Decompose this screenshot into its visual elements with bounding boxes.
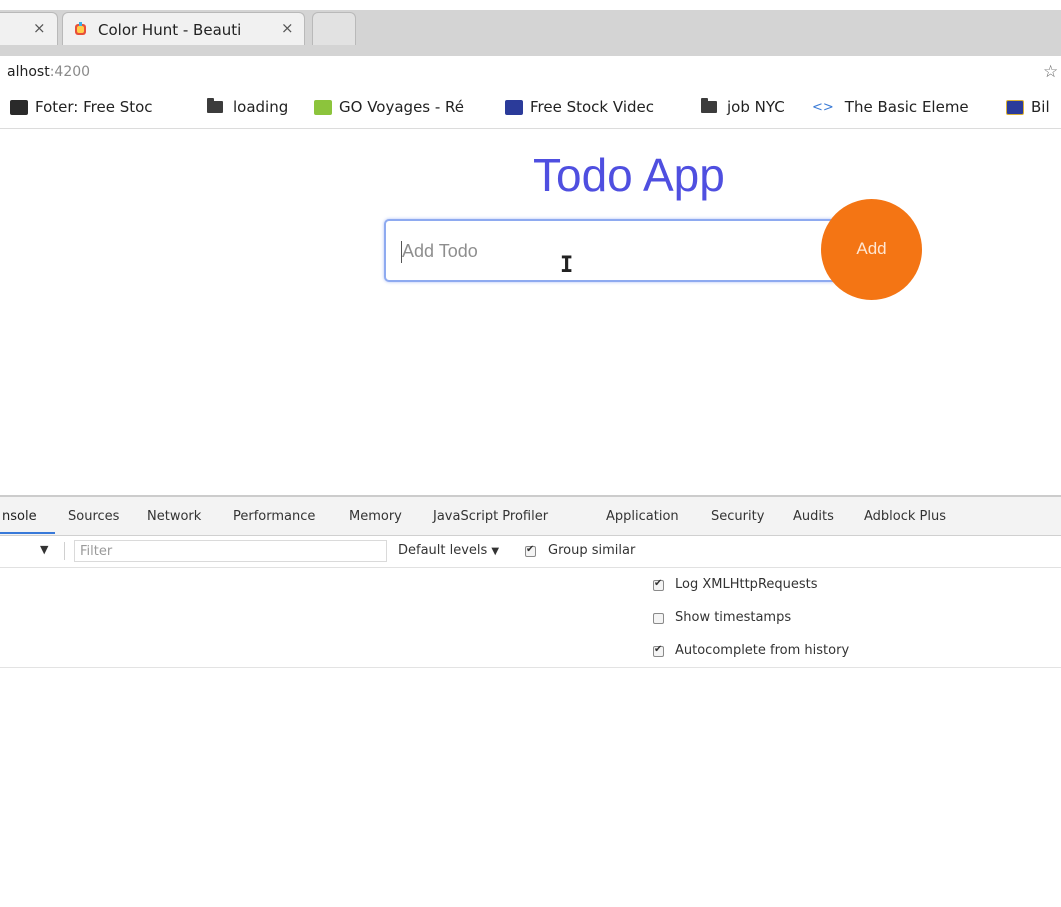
group-similar-label: Group similar <box>548 543 636 558</box>
tab-security[interactable]: Security <box>711 509 764 524</box>
bookmark-label: Foter: Free Stoc <box>35 98 153 116</box>
console-settings-pane: Log XMLHttpRequests Show timestamps Auto… <box>0 568 1061 668</box>
foter-icon <box>10 99 28 115</box>
bookmark-label: loading <box>233 98 289 116</box>
bookmarks-bar: Foter: Free Stoc loading GO Voyages - Ré… <box>0 90 1061 129</box>
toolbar-divider <box>64 542 65 560</box>
console-filter-input[interactable]: Filter <box>74 540 387 562</box>
show-timestamps-checkbox[interactable] <box>653 613 664 624</box>
tab-close-icon[interactable]: × <box>281 19 294 37</box>
tab-close-icon[interactable]: × <box>33 19 46 37</box>
bookmark-icon <box>1006 99 1024 115</box>
active-tab-indicator <box>0 532 55 534</box>
url-text[interactable]: alhost:4200 <box>7 64 90 80</box>
tab-javascript-profiler[interactable]: JavaScript Profiler <box>433 509 548 524</box>
address-bar[interactable]: alhost:4200 ☆ <box>0 56 1061 91</box>
log-xhr-checkbox[interactable] <box>653 578 664 591</box>
add-todo-input[interactable]: Add Todo <box>384 219 840 282</box>
bookmark-label: GO Voyages - Ré <box>339 98 465 116</box>
page-title: Todo App <box>533 149 725 201</box>
tab-performance[interactable]: Performance <box>233 509 315 524</box>
bookmark-bil[interactable]: Bil <box>1006 98 1050 116</box>
bookmark-foter[interactable]: Foter: Free Stoc <box>10 98 153 116</box>
autocomplete-history-label: Autocomplete from history <box>675 643 850 658</box>
autocomplete-history-checkbox[interactable] <box>653 644 664 657</box>
chevron-down-icon: ▼ <box>491 546 500 557</box>
bookmark-basic-elements[interactable]: <> The Basic Eleme <box>812 98 969 116</box>
devtools-tab-bar: nsole Sources Network Performance Memory… <box>0 497 1061 536</box>
url-host: alhost <box>7 64 50 80</box>
log-xhr-label: Log XMLHttpRequests <box>675 577 818 592</box>
add-button-label: Add <box>856 239 887 258</box>
add-todo-button[interactable]: Add <box>821 199 922 300</box>
tab-audits[interactable]: Audits <box>793 509 834 524</box>
bookmark-label: The Basic Eleme <box>844 98 969 116</box>
log-levels-dropdown[interactable]: Default levels ▼ <box>398 543 499 558</box>
text-cursor-icon: I <box>560 253 574 278</box>
levels-label: Default levels <box>398 543 488 558</box>
tab-application[interactable]: Application <box>606 509 679 524</box>
bookmark-free-stock-video[interactable]: Free Stock Videc <box>505 98 654 116</box>
tab-title: Color Hunt - Beauti <box>98 21 242 39</box>
url-port: :4200 <box>49 64 91 80</box>
tab-console[interactable]: nsole <box>2 509 37 524</box>
tab-previous[interactable]: × <box>0 12 58 45</box>
tab-adblock-plus[interactable]: Adblock Plus <box>864 509 946 524</box>
bookmark-star-icon[interactable]: ☆ <box>1043 62 1058 82</box>
tab-sources[interactable]: Sources <box>68 509 119 524</box>
link-icon: <> <box>812 99 834 115</box>
devtools-panel: nsole Sources Network Performance Memory… <box>0 495 1061 907</box>
tab-memory[interactable]: Memory <box>349 509 402 524</box>
input-placeholder: Add Todo <box>402 241 478 261</box>
bookmark-label: Bil <box>1031 98 1050 116</box>
bookmark-label: Free Stock Videc <box>530 98 654 116</box>
console-toolbar: ▼ Filter Default levels▼ Group similar <box>0 536 1061 568</box>
browser-tab-strip: × Color Hunt - Beauti × <box>0 0 1061 56</box>
context-dropdown-icon[interactable]: ▼ <box>40 543 48 556</box>
tab-color-hunt[interactable]: Color Hunt - Beauti × <box>62 12 305 45</box>
folder-icon <box>207 98 223 113</box>
bookmark-folder-job-nyc[interactable]: job NYC <box>701 98 785 116</box>
bookmark-label: job NYC <box>727 98 785 116</box>
colorhunt-icon <box>75 22 86 35</box>
show-timestamps-label: Show timestamps <box>675 610 792 625</box>
group-similar-checkbox[interactable] <box>525 544 536 557</box>
new-tab-button[interactable] <box>312 12 356 45</box>
folder-icon <box>701 98 717 113</box>
videvo-icon <box>505 99 523 115</box>
bookmark-go-voyages[interactable]: GO Voyages - Ré <box>314 98 464 116</box>
govoyages-icon <box>314 99 332 115</box>
filter-placeholder: Filter <box>80 544 113 559</box>
tab-network[interactable]: Network <box>147 509 201 524</box>
console-output-area[interactable] <box>0 668 1061 907</box>
bookmark-folder-loading[interactable]: loading <box>207 98 288 116</box>
